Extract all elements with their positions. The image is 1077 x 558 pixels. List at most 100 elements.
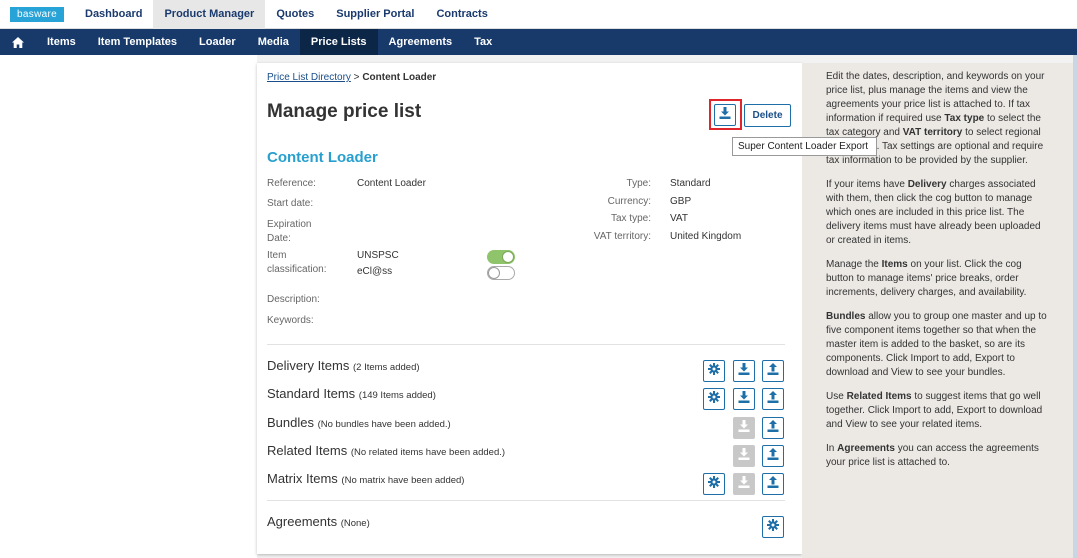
delivery-settings-button[interactable] xyxy=(703,360,725,382)
subnav-loader[interactable]: Loader xyxy=(188,29,247,55)
subnav-item-templates[interactable]: Item Templates xyxy=(87,29,188,55)
help-paragraph: In Agreements you can access the agreeme… xyxy=(826,443,1039,468)
matrix-settings-button[interactable] xyxy=(703,473,725,495)
related-export-button[interactable] xyxy=(733,445,755,467)
scrollbar-track[interactable] xyxy=(1073,55,1077,558)
matrix-items-title: Matrix Items xyxy=(267,471,338,486)
matrix-items-section: Matrix Items (No matrix have been added) xyxy=(267,471,464,486)
keywords-label: Keywords: xyxy=(267,315,314,326)
delivery-items-section: Delivery Items (2 Items added) xyxy=(267,358,420,373)
breadcrumb: Price List Directory > Content Loader xyxy=(267,72,436,83)
help-paragraph: Manage the Items on your list. Click the… xyxy=(826,259,1027,298)
manage-price-list-panel: Price List Directory > Content Loader Ma… xyxy=(257,63,802,554)
eclass-toggle[interactable] xyxy=(487,266,515,280)
related-items-count: (No related items have been added.) xyxy=(350,447,506,458)
related-items-section: Related Items (No related items have bee… xyxy=(267,443,505,458)
bundles-export-button[interactable] xyxy=(733,417,755,439)
upload-icon xyxy=(767,447,779,465)
divider xyxy=(267,344,785,345)
agreements-settings-button[interactable] xyxy=(762,516,784,538)
subnav-media[interactable]: Media xyxy=(247,29,300,55)
vat-territory-label: VAT territory: xyxy=(593,231,651,242)
upload-icon xyxy=(767,390,779,408)
bundles-import-button[interactable] xyxy=(762,417,784,439)
help-paragraph: Use Related Items to suggest items that … xyxy=(826,391,1043,430)
basware-logo[interactable]: basware xyxy=(10,6,64,22)
gear-icon xyxy=(708,390,720,408)
upload-icon xyxy=(767,419,779,437)
tab-contracts[interactable]: Contracts xyxy=(425,0,498,29)
classification-eclass-label: eCl@ss xyxy=(357,266,393,277)
download-icon xyxy=(738,419,750,437)
help-paragraph: Bundles allow you to group one master an… xyxy=(826,311,1047,378)
tab-product-manager[interactable]: Product Manager xyxy=(153,0,266,29)
tax-type-label: Tax type: xyxy=(610,213,651,224)
delete-button[interactable]: Delete xyxy=(744,104,791,127)
bundles-section: Bundles (No bundles have been added.) xyxy=(267,415,451,430)
standard-import-button[interactable] xyxy=(762,388,784,410)
export-button[interactable] xyxy=(714,104,736,126)
download-icon xyxy=(719,106,731,124)
home-icon[interactable] xyxy=(0,29,36,55)
reference-value: Content Loader xyxy=(357,178,426,189)
tab-quotes[interactable]: Quotes xyxy=(265,0,325,29)
divider xyxy=(267,500,785,501)
reference-label: Reference: xyxy=(267,178,316,189)
start-date-label: Start date: xyxy=(267,198,314,209)
download-icon xyxy=(738,475,750,493)
help-paragraph: If your items have Delivery charges asso… xyxy=(826,179,1041,246)
description-label: Description: xyxy=(267,294,320,305)
export-tooltip: Super Content Loader Export xyxy=(732,137,877,156)
top-navigation: basware Dashboard Product Manager Quotes… xyxy=(0,0,1077,29)
delivery-import-button[interactable] xyxy=(762,360,784,382)
related-import-button[interactable] xyxy=(762,445,784,467)
expiration-label-line1: Expiration xyxy=(267,219,312,230)
breadcrumb-price-list-directory[interactable]: Price List Directory xyxy=(267,72,351,83)
upload-icon xyxy=(767,362,779,380)
download-icon xyxy=(738,390,750,408)
standard-export-button[interactable] xyxy=(733,388,755,410)
currency-label: Currency: xyxy=(607,196,651,207)
matrix-export-button[interactable] xyxy=(733,473,755,495)
agreements-title: Agreements xyxy=(267,514,338,529)
page-title: Manage price list xyxy=(267,101,422,122)
expiration-label-line2: Date: xyxy=(267,233,291,244)
unspsc-toggle[interactable] xyxy=(487,250,515,264)
standard-settings-button[interactable] xyxy=(703,388,725,410)
upload-icon xyxy=(767,475,779,493)
delivery-items-title: Delivery Items xyxy=(267,358,350,373)
gear-icon xyxy=(708,362,720,380)
item-classification-label-line2: classification: xyxy=(267,264,327,275)
agreements-count: (None) xyxy=(340,518,370,529)
agreements-section: Agreements (None) xyxy=(267,514,370,529)
bundles-title: Bundles xyxy=(267,415,314,430)
breadcrumb-separator: > xyxy=(350,72,363,83)
subnav-tax[interactable]: Tax xyxy=(463,29,503,55)
matrix-items-count: (No matrix have been added) xyxy=(341,475,465,486)
classification-unspsc-label: UNSPSC xyxy=(357,250,399,261)
standard-items-count: (149 Items added) xyxy=(358,390,436,401)
related-items-title: Related Items xyxy=(267,443,348,458)
sub-navigation: Items Item Templates Loader Media Price … xyxy=(0,29,1077,55)
price-list-name: Content Loader xyxy=(267,149,378,166)
type-label: Type: xyxy=(626,178,651,189)
breadcrumb-current: Content Loader xyxy=(362,72,437,83)
download-icon xyxy=(738,362,750,380)
tab-dashboard[interactable]: Dashboard xyxy=(74,0,153,29)
bundles-count: (No bundles have been added.) xyxy=(317,419,451,430)
subnav-price-lists[interactable]: Price Lists xyxy=(299,29,378,55)
gear-icon xyxy=(767,518,779,536)
left-blank-area xyxy=(0,55,257,558)
matrix-import-button[interactable] xyxy=(762,473,784,495)
delivery-export-button[interactable] xyxy=(733,360,755,382)
vat-territory-value: United Kingdom xyxy=(670,231,742,242)
subnav-agreements[interactable]: Agreements xyxy=(378,29,464,55)
standard-items-title: Standard Items xyxy=(267,386,356,401)
tab-supplier-portal[interactable]: Supplier Portal xyxy=(325,0,425,29)
item-classification-label-line1: Item xyxy=(267,250,287,261)
standard-items-section: Standard Items (149 Items added) xyxy=(267,386,436,401)
download-icon xyxy=(738,447,750,465)
subnav-items[interactable]: Items xyxy=(36,29,87,55)
currency-value: GBP xyxy=(670,196,692,207)
delivery-items-count: (2 Items added) xyxy=(352,362,420,373)
